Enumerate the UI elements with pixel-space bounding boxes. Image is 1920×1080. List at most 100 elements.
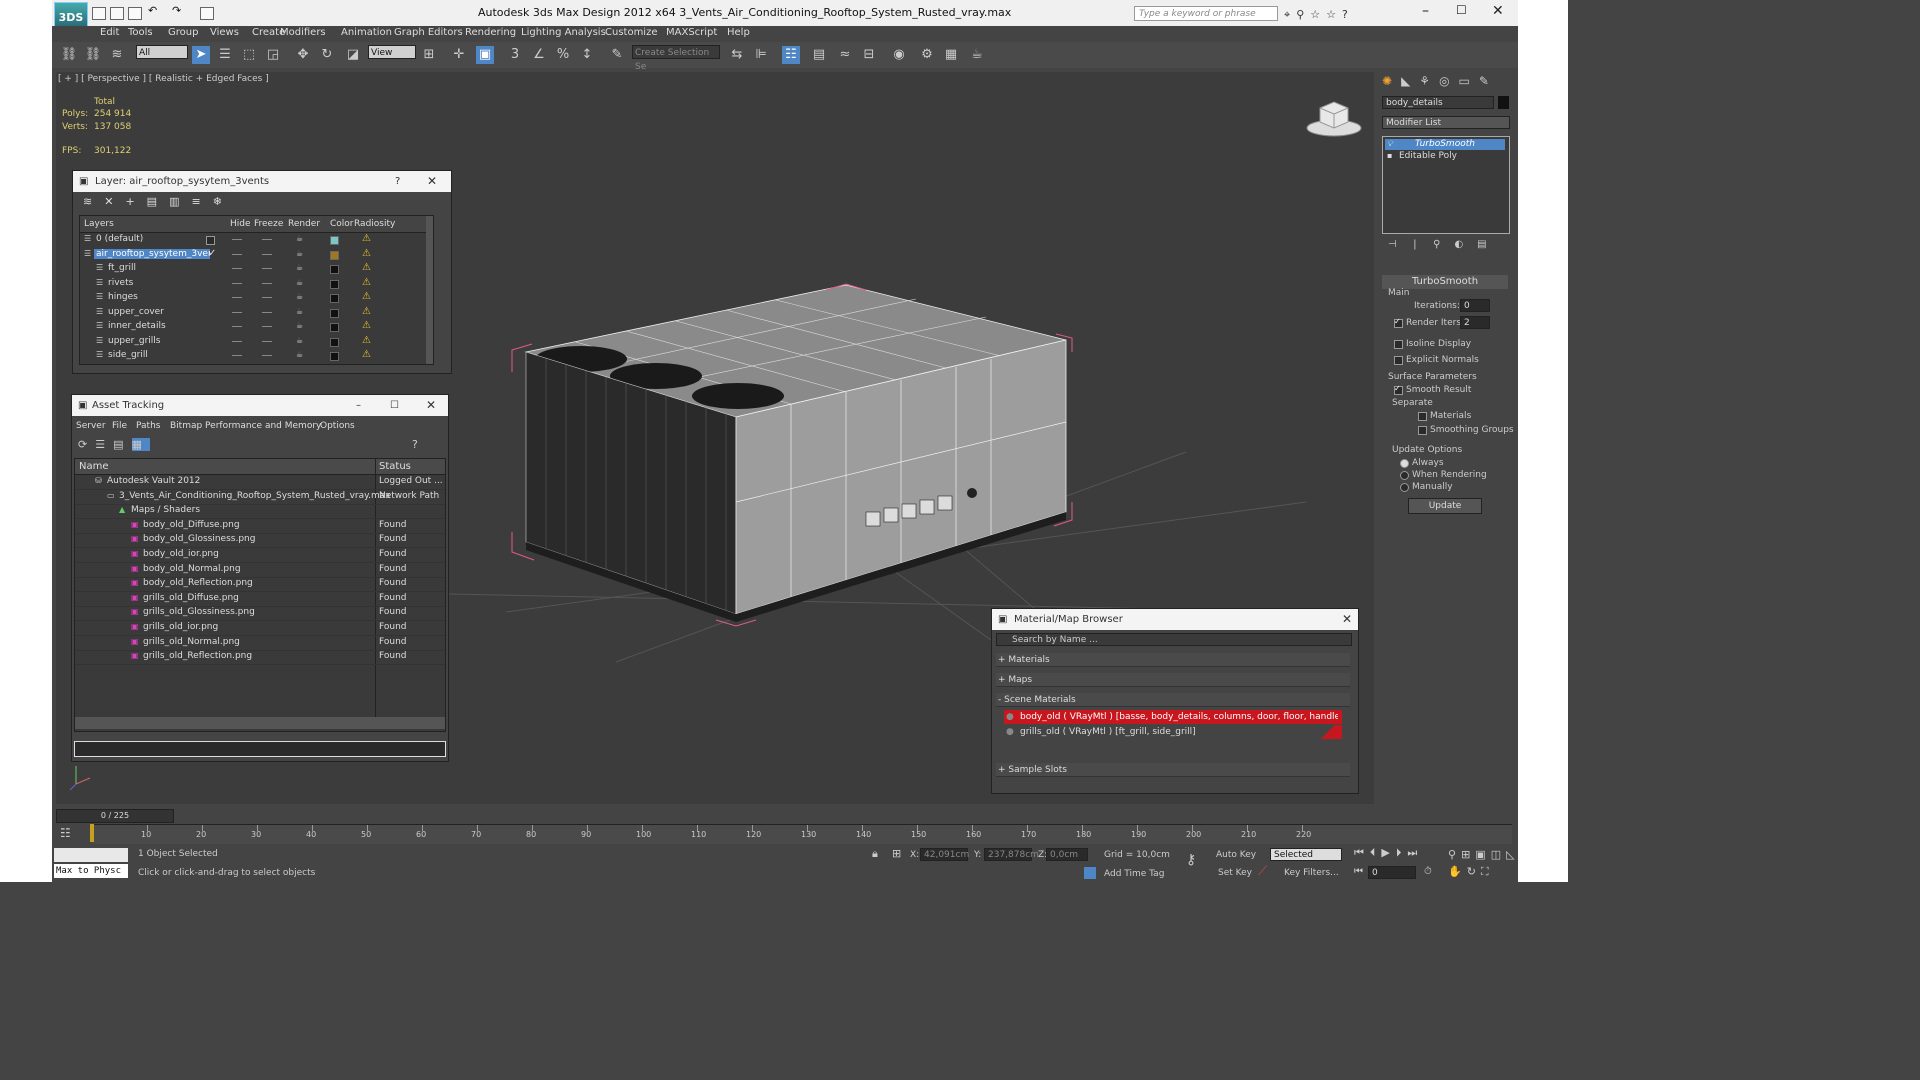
absolute-mode-icon[interactable]: ⊞ — [892, 847, 901, 860]
track-bar[interactable]: 10 20 30 40 50 60 70 80 90 100 110 120 130 140 150 160 1… — [92, 824, 1512, 845]
fan-vent-3[interactable] — [692, 383, 784, 409]
radiosity-icon[interactable]: ⚠ — [362, 277, 371, 288]
asset-path-field[interactable] — [74, 741, 446, 757]
asset-hscrollbar[interactable] — [75, 717, 445, 729]
make-unique-icon[interactable]: ⚲ — [1433, 239, 1454, 250]
always-radio[interactable] — [1400, 459, 1409, 468]
rectangular-selection-icon[interactable]: ⬚ — [240, 46, 258, 64]
explicit-normals-checkbox[interactable] — [1394, 356, 1403, 365]
x-coordinate-field[interactable]: 42,091cm — [920, 848, 969, 861]
smooth-result-checkbox[interactable] — [1394, 384, 1403, 395]
select-object-icon[interactable]: ➤ — [192, 46, 210, 64]
pan-icon[interactable]: ✋ — [1448, 865, 1467, 878]
asset-row[interactable]: ▣ body_old_ior.png Found — [75, 548, 445, 563]
keyboard-shortcut-override-icon[interactable]: ▣ — [476, 46, 494, 64]
render-iters-checkbox[interactable] — [1394, 317, 1403, 328]
hide-toggle[interactable] — [232, 355, 242, 356]
layer-col-layers[interactable]: Layers — [84, 219, 114, 229]
render-teapot-icon[interactable]: ☕ — [296, 292, 303, 301]
radiosity-icon[interactable]: ⚠ — [362, 335, 371, 346]
motion-tab-icon[interactable]: ◎ — [1439, 74, 1458, 88]
key-tangent-icon[interactable]: ⟋ — [1258, 864, 1267, 879]
layer-row[interactable]: ☰ side_grill ☕ ⚠ — [80, 349, 433, 363]
freeze-toggle[interactable] — [262, 297, 272, 298]
asset-row[interactable]: ▣ body_old_Glossiness.png Found — [75, 533, 445, 549]
layer-color-swatch[interactable] — [330, 323, 339, 332]
align-icon[interactable]: ⊫ — [752, 46, 770, 64]
render-teapot-icon[interactable]: ☕ — [296, 278, 303, 287]
scene-material-item[interactable]: ● body_old ( VRayMtl ) [basse, body_detai… — [1004, 710, 1342, 724]
layer-row[interactable]: ☰ inner_details ☕ ⚠ — [80, 320, 433, 334]
time-tag-icon[interactable] — [1084, 867, 1096, 879]
menu-customize[interactable]: Customize — [605, 27, 658, 38]
y-coordinate-field[interactable]: 237,878cm — [984, 848, 1039, 861]
asset-row[interactable]: ▣ grills_old_ior.png Found — [75, 621, 445, 636]
pin-stack-icon[interactable]: ⊣ — [1388, 239, 1411, 250]
freeze-toggle[interactable] — [262, 340, 272, 342]
snaps-toggle-icon[interactable]: 3 — [506, 46, 524, 64]
manually-radio[interactable] — [1400, 483, 1409, 492]
close-icon[interactable]: ✕ — [1492, 3, 1504, 19]
render-teapot-icon[interactable]: ☕ — [296, 249, 303, 258]
asset-close-icon[interactable]: ✕ — [426, 395, 436, 416]
schematic-view-icon[interactable]: ⊟ — [860, 46, 878, 64]
redo-icon[interactable]: ↷ — [172, 4, 184, 17]
play-icon[interactable]: ▶ — [1381, 846, 1395, 859]
layer-col-color[interactable]: Color — [330, 219, 354, 229]
new-file-icon[interactable] — [92, 7, 106, 20]
render-teapot-icon[interactable]: ☕ — [296, 234, 303, 243]
hide-toggle[interactable] — [232, 253, 242, 255]
layer-col-hide[interactable]: Hide — [230, 219, 251, 229]
layer-row[interactable]: ☰ ft_grill ☕ ⚠ — [80, 262, 433, 276]
undo-icon[interactable]: ↶ — [148, 4, 160, 17]
highlight-layer-icon[interactable]: ▥ — [169, 195, 191, 208]
freeze-toggle[interactable] — [262, 311, 272, 313]
add-time-tag[interactable]: Add Time Tag — [1104, 869, 1164, 879]
render-teapot-icon[interactable]: ☕ — [296, 321, 303, 330]
zoom-extents-icon[interactable]: ▣ — [1475, 848, 1490, 861]
time-slider[interactable]: 0 / 225 — [56, 809, 174, 823]
z-coordinate-field[interactable]: 0,0cm — [1046, 848, 1088, 861]
create-tab-icon[interactable]: ✺ — [1382, 74, 1401, 88]
hide-toggle[interactable] — [232, 268, 242, 269]
infocenter-icons[interactable]: ⌖⚲☆☆? — [1284, 8, 1354, 22]
hide-toggle[interactable] — [232, 297, 242, 298]
render-setup-icon[interactable]: ⚙ — [918, 46, 936, 64]
layer-manager-icon[interactable]: ☷ — [782, 46, 800, 64]
radiosity-icon[interactable]: ⚠ — [362, 233, 371, 244]
layer-color-swatch[interactable] — [330, 352, 339, 361]
modify-tab-icon[interactable]: ◣ — [1401, 74, 1419, 88]
key-filters-button[interactable]: Key Filters... — [1284, 868, 1339, 878]
percent-snap-icon[interactable]: % — [554, 46, 572, 64]
menu-maxscript[interactable]: MAXScript — [666, 27, 717, 38]
radiosity-icon[interactable]: ⚠ — [362, 291, 371, 302]
mirror-icon[interactable]: ⇆ — [728, 46, 746, 64]
detail-view-icon[interactable]: ▤ — [113, 438, 131, 451]
zoom-icon[interactable]: ⚲ — [1448, 848, 1461, 861]
mini-curve-editor-icon[interactable]: ☷ — [60, 826, 71, 840]
maximize-viewport-icon[interactable]: ⛶ — [1481, 865, 1494, 878]
layer-col-freeze[interactable]: Freeze — [254, 219, 283, 229]
menu-animation[interactable]: Animation — [341, 27, 392, 38]
move-icon[interactable]: ✥ — [294, 46, 312, 64]
remove-modifier-icon[interactable]: ◐ — [1454, 239, 1477, 250]
freeze-all-icon[interactable]: ❄ — [213, 195, 234, 208]
asset-row[interactable]: ▣ body_old_Diffuse.png Found — [75, 519, 445, 534]
modifier-stack-item[interactable]: ▪ Editable Poly — [1385, 151, 1505, 162]
asset-col-name[interactable]: Name — [79, 461, 109, 472]
menu-edit[interactable]: Edit — [100, 27, 119, 38]
table-view-icon[interactable]: ▦ — [131, 438, 150, 451]
radiosity-icon[interactable]: ⚠ — [362, 248, 371, 259]
asset-panel-titlebar[interactable]: ▣ Asset Tracking – ☐ ✕ — [72, 395, 448, 416]
hierarchy-tab-icon[interactable]: ⚘ — [1419, 74, 1439, 88]
modifier-list-dropdown[interactable]: Modifier List — [1382, 116, 1510, 129]
hide-toggle[interactable] — [232, 326, 242, 327]
fov-icon[interactable]: ◺ — [1506, 848, 1519, 861]
freeze-toggle[interactable] — [262, 282, 272, 284]
render-teapot-icon[interactable]: ☕ — [296, 263, 303, 272]
freeze-toggle[interactable] — [262, 268, 272, 269]
current-layer-box[interactable] — [206, 236, 215, 245]
select-manipulate-icon[interactable]: ✛ — [450, 46, 468, 64]
menu-modifiers[interactable]: Modifiers — [280, 27, 326, 38]
render-production-icon[interactable]: ☕ — [968, 46, 986, 64]
